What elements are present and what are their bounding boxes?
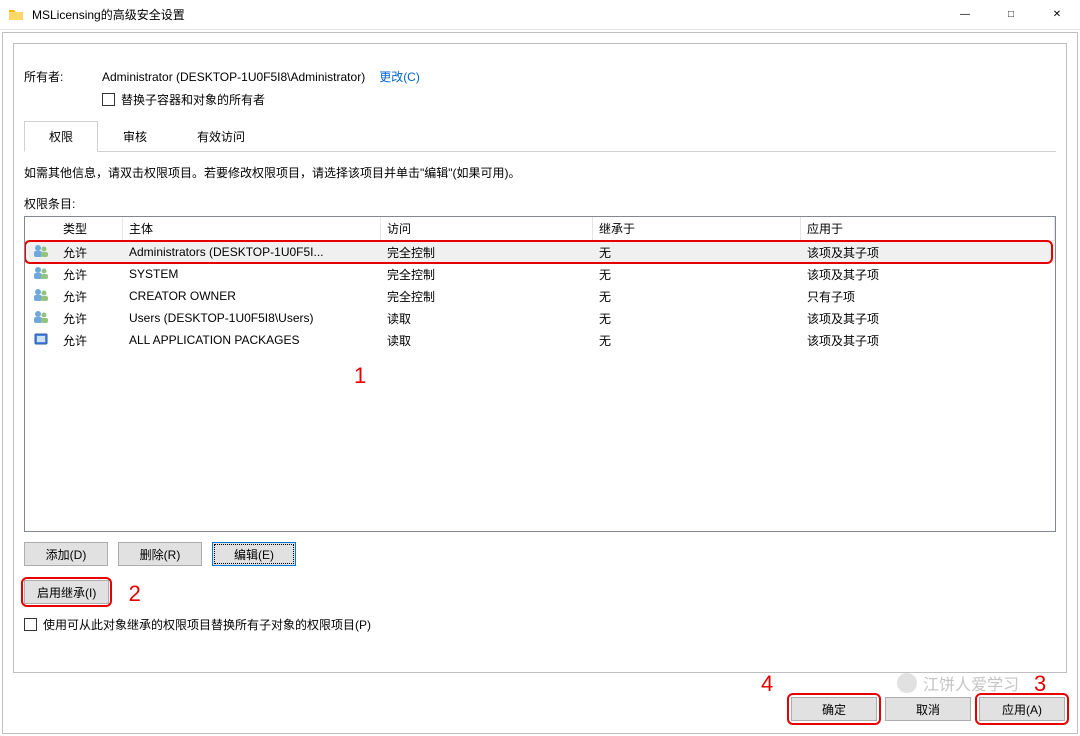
cell-type: 允许 [57,288,123,305]
wechat-text: 江饼人爱学习 [923,671,1019,695]
replace-inherit-label: 使用可从此对象继承的权限项目替换所有子对象的权限项目(P) [43,616,371,633]
cell-access: 读取 [381,310,593,327]
cell-access: 完全控制 [381,266,593,283]
header-access[interactable]: 访问 [381,217,593,240]
row-icon [25,331,57,350]
add-button[interactable]: 添加(D) [24,542,108,566]
tab-permissions[interactable]: 权限 [24,121,98,152]
cell-access: 完全控制 [381,288,593,305]
header-icon [25,217,57,240]
cell-type: 允许 [57,310,123,327]
cell-principal: Administrators (DESKTOP-1U0F5I... [123,245,381,259]
table-row[interactable]: 允许 SYSTEM 完全控制 无 该项及其子项 [25,263,1055,285]
folder-icon [8,7,24,23]
enable-inherit-button[interactable]: 启用继承(I) [24,580,109,604]
row-icon [25,265,57,284]
apply-button[interactable]: 应用(A) [979,697,1065,721]
tab-auditing[interactable]: 审核 [98,121,172,152]
minimize-button[interactable]: — [942,0,988,29]
replace-inherit-row: 使用可从此对象继承的权限项目替换所有子对象的权限项目(P) [24,616,1056,633]
package-icon [33,331,49,347]
cell-principal: CREATOR OWNER [123,289,381,303]
cell-inherited: 无 [593,310,801,327]
cell-applies: 该项及其子项 [801,244,1055,261]
owner-row: 所有者: Administrator (DESKTOP-1U0F5I8\Admi… [24,68,1056,85]
owner-label: 所有者: [24,68,102,85]
window-title: MSLicensing的高级安全设置 [32,6,942,23]
cell-access: 完全控制 [381,244,593,261]
table-row[interactable]: 允许 CREATOR OWNER 完全控制 无 只有子项 [25,285,1055,307]
header-inherited[interactable]: 继承于 [593,217,801,240]
cell-inherited: 无 [593,244,801,261]
users-icon [33,243,49,259]
annotation-3: 3 [1034,671,1046,697]
row-icon [25,243,57,262]
cell-type: 允许 [57,266,123,283]
dialog-buttons: 确定 4 取消 应用(A) 3 [791,697,1065,721]
remove-button[interactable]: 删除(R) [118,542,202,566]
row-icon [25,287,57,306]
tab-effective-access[interactable]: 有效访问 [172,121,270,152]
replace-children-row: 替换子容器和对象的所有者 [102,91,1056,108]
cell-applies: 该项及其子项 [801,332,1055,349]
cell-applies: 该项及其子项 [801,310,1055,327]
edit-button[interactable]: 编辑(E) [212,542,296,566]
cell-applies: 该项及其子项 [801,266,1055,283]
window-controls: — □ ✕ [942,0,1080,29]
cell-type: 允许 [57,332,123,349]
change-owner-link[interactable]: 更改(C) [379,68,420,85]
users-icon [33,309,49,325]
cell-principal: ALL APPLICATION PACKAGES [123,333,381,347]
wechat-watermark: 江饼人爱学习 [897,671,1019,695]
replace-children-checkbox[interactable] [102,93,115,106]
dialog-body: 所有者: Administrator (DESKTOP-1U0F5I8\Admi… [2,32,1078,734]
wechat-icon [897,673,917,693]
header-applies[interactable]: 应用于 [801,217,1055,240]
replace-inherit-checkbox[interactable] [24,618,37,631]
maximize-button[interactable]: □ [988,0,1034,29]
listview-header: 类型 主体 访问 继承于 应用于 [25,217,1055,241]
users-icon [33,265,49,281]
close-button[interactable]: ✕ [1034,0,1080,29]
permission-entries-label: 权限条目: [24,195,1056,212]
row-icon [25,309,57,328]
cell-principal: SYSTEM [123,267,381,281]
cancel-button[interactable]: 取消 [885,697,971,721]
dialog-inner: 所有者: Administrator (DESKTOP-1U0F5I8\Admi… [13,43,1067,673]
instructions-text: 如需其他信息，请双击权限项目。若要修改权限项目，请选择该项目并单击"编辑"(如果… [24,164,1056,181]
annotation-4: 4 [761,671,773,697]
ok-button[interactable]: 确定 [791,697,877,721]
header-principal[interactable]: 主体 [123,217,381,240]
entry-buttons: 添加(D) 删除(R) 编辑(E) [24,542,1056,566]
table-row[interactable]: 允许 ALL APPLICATION PACKAGES 读取 无 该项及其子项 [25,329,1055,351]
tab-strip: 权限 审核 有效访问 [24,120,1056,152]
cell-principal: Users (DESKTOP-1U0F5I8\Users) [123,311,381,325]
cell-access: 读取 [381,332,593,349]
cell-applies: 只有子项 [801,288,1055,305]
cell-inherited: 无 [593,332,801,349]
cell-inherited: 无 [593,288,801,305]
permission-listview[interactable]: 类型 主体 访问 继承于 应用于 允许 Administrators (DESK… [24,216,1056,532]
header-type[interactable]: 类型 [57,217,123,240]
owner-value: Administrator (DESKTOP-1U0F5I8\Administr… [102,70,365,84]
replace-children-label: 替换子容器和对象的所有者 [121,91,265,108]
table-row[interactable]: 允许 Users (DESKTOP-1U0F5I8\Users) 读取 无 该项… [25,307,1055,329]
table-row[interactable]: 允许 Administrators (DESKTOP-1U0F5I... 完全控… [25,241,1055,263]
users-icon [33,287,49,303]
annotation-2: 2 [129,581,141,606]
cell-inherited: 无 [593,266,801,283]
window-titlebar: MSLicensing的高级安全设置 — □ ✕ [0,0,1080,30]
cell-type: 允许 [57,244,123,261]
